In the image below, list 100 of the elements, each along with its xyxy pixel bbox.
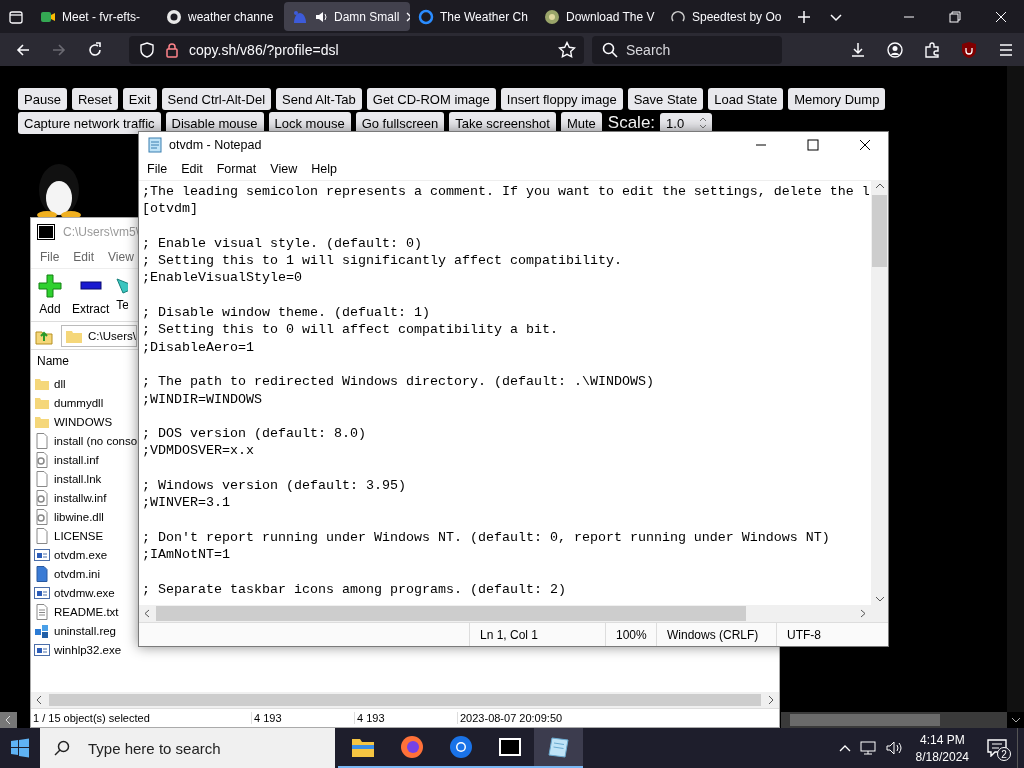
text-line: ;VDMDOSVER=x.x	[142, 442, 255, 460]
puzzle-icon[interactable]	[923, 41, 940, 58]
control-button[interactable]: Exit	[122, 88, 157, 110]
shield-badge-icon[interactable]	[959, 40, 978, 59]
text-line: ;IAmNotNT=1	[142, 546, 231, 564]
menu-item[interactable]: Help	[304, 162, 344, 176]
archive-entry[interactable]: dll	[31, 374, 66, 393]
notepad-icon	[147, 137, 163, 153]
menu-item[interactable]: Format	[209, 162, 264, 176]
notepad-icon[interactable]	[546, 735, 571, 759]
control-button[interactable]: Go fullscreen	[355, 112, 445, 134]
archive-entry[interactable]: README.txt	[31, 602, 119, 621]
archive-entry[interactable]: otvdmw.exe	[31, 583, 115, 602]
account-icon[interactable]	[886, 41, 903, 58]
archive-icon[interactable]	[497, 735, 522, 759]
toolbar-button[interactable]: Add	[35, 272, 65, 318]
notification-icon[interactable]	[987, 739, 1007, 757]
windows-logo-icon[interactable]	[10, 738, 30, 758]
text-line: ;EnableVisualStyle=0	[142, 269, 303, 287]
globe-icon[interactable]	[448, 735, 473, 759]
status-text: Windows (CRLF)	[667, 627, 759, 642]
scroll-down-icon[interactable]	[1010, 715, 1021, 725]
path-field[interactable]: C:\Users\	[61, 324, 137, 347]
control-button[interactable]: Disable mouse	[165, 112, 264, 134]
archive-entry[interactable]: dummydll	[31, 393, 104, 412]
badge-icon	[544, 8, 560, 25]
volume-icon[interactable]	[885, 740, 904, 756]
toolbar-button[interactable]: Extract	[69, 272, 113, 318]
control-button[interactable]: Load State	[708, 88, 784, 110]
address-field[interactable]: copy.sh/v86/?profile=dsl	[129, 35, 584, 64]
control-button[interactable]: Get CD-ROM image	[366, 88, 496, 110]
browser-tab[interactable]: The Weather Ch	[410, 2, 536, 31]
plus-icon	[38, 274, 62, 298]
download-icon[interactable]	[849, 41, 866, 58]
star-icon[interactable]	[558, 40, 576, 59]
close-icon[interactable]	[859, 139, 871, 151]
archive-entry[interactable]: LICENSE	[31, 526, 104, 545]
control-button[interactable]: Insert floppy image	[500, 88, 623, 110]
control-button[interactable]: Capture network traffic	[18, 112, 161, 134]
archive-entry[interactable]: installw.inf	[31, 488, 107, 507]
browser-tab[interactable]: Damn Small	[284, 2, 410, 31]
speaker-icon[interactable]	[314, 9, 328, 24]
control-button[interactable]: Take screenshot	[449, 112, 556, 134]
control-button[interactable]: Save State	[627, 88, 704, 110]
archive-entry[interactable]: otvdm.exe	[31, 545, 108, 564]
browser-tab[interactable]: Download The V	[536, 2, 662, 31]
search-field[interactable]: Type here to search	[40, 728, 335, 768]
scroll-left-icon[interactable]	[0, 712, 17, 728]
archive-entry[interactable]: install.lnk	[31, 469, 102, 488]
fox-globe-icon[interactable]	[399, 735, 424, 759]
menu-item[interactable]: Edit	[66, 250, 102, 264]
ring-icon	[418, 8, 434, 25]
scale-label: Scale:	[607, 113, 656, 133]
menu-item[interactable]: File	[140, 162, 175, 176]
file-icon	[34, 527, 50, 544]
spinner-icon[interactable]	[698, 115, 709, 131]
control-button[interactable]: Send Alt-Tab	[276, 88, 362, 110]
text-line: ; Separate taskbar icons among programs. (default: 2)	[142, 580, 567, 599]
menu-item[interactable]: Edit	[174, 162, 210, 176]
archive-entry[interactable]: WINDOWS	[31, 412, 113, 431]
maximize-icon[interactable]	[807, 139, 819, 151]
control-button[interactable]: Memory Dump	[788, 88, 886, 110]
control-button[interactable]: Reset	[71, 88, 118, 110]
text-line: ; Don't report running under Windows NT. (default: 0, report running under Windows NT)	[142, 528, 831, 547]
window-title: otvdm - Notepad	[169, 138, 262, 152]
menu-item[interactable]: File	[33, 250, 67, 264]
search-field[interactable]: Search	[592, 35, 782, 64]
folder-icon[interactable]	[350, 736, 375, 758]
menu-item[interactable]: View	[101, 250, 141, 264]
tab-list-icon[interactable]	[8, 8, 24, 25]
search-icon	[54, 740, 70, 756]
menu-icon[interactable]	[997, 41, 1014, 58]
control-button[interactable]: Lock mouse	[268, 112, 351, 134]
archive-icon	[37, 224, 55, 240]
menu-item[interactable]: View	[263, 162, 305, 176]
restore-icon[interactable]	[949, 10, 961, 23]
lock-icon	[165, 41, 179, 58]
cube-icon	[34, 622, 50, 639]
status-text: 4 193	[254, 712, 282, 724]
window-title: C:\Users\vm5\	[63, 225, 139, 239]
archive-entry[interactable]: uninstall.reg	[31, 621, 116, 640]
control-button[interactable]: Send Ctrl-Alt-Del	[161, 88, 272, 110]
plus-icon[interactable]	[797, 9, 811, 24]
taskbar-button[interactable]	[534, 728, 583, 768]
archive-entry[interactable]: install.inf	[31, 450, 99, 469]
archive-entry[interactable]: libwine.dll	[31, 507, 104, 526]
control-button[interactable]: Mute	[560, 112, 602, 134]
network-icon[interactable]	[859, 740, 878, 756]
control-button[interactable]: Pause	[18, 88, 67, 110]
back-arrow-icon[interactable]	[15, 41, 31, 58]
archive-entry[interactable]: otvdm.ini	[31, 564, 101, 583]
browser-tab[interactable]: weather channe	[158, 2, 284, 31]
browser-tab[interactable]: Meet - fvr-efts-	[32, 2, 158, 31]
archive-entry[interactable]: winhlp32.exe	[31, 640, 122, 659]
column-header[interactable]: Name	[37, 353, 69, 368]
archive-entry[interactable]: install (no conso	[31, 431, 138, 450]
toolbar-button[interactable]: Te	[116, 276, 129, 314]
browser-tab[interactable]: Speedtest by Oo	[662, 2, 788, 31]
reload-icon[interactable]	[87, 41, 103, 58]
status-text: 1 / 15 object(s) selected	[33, 712, 150, 724]
